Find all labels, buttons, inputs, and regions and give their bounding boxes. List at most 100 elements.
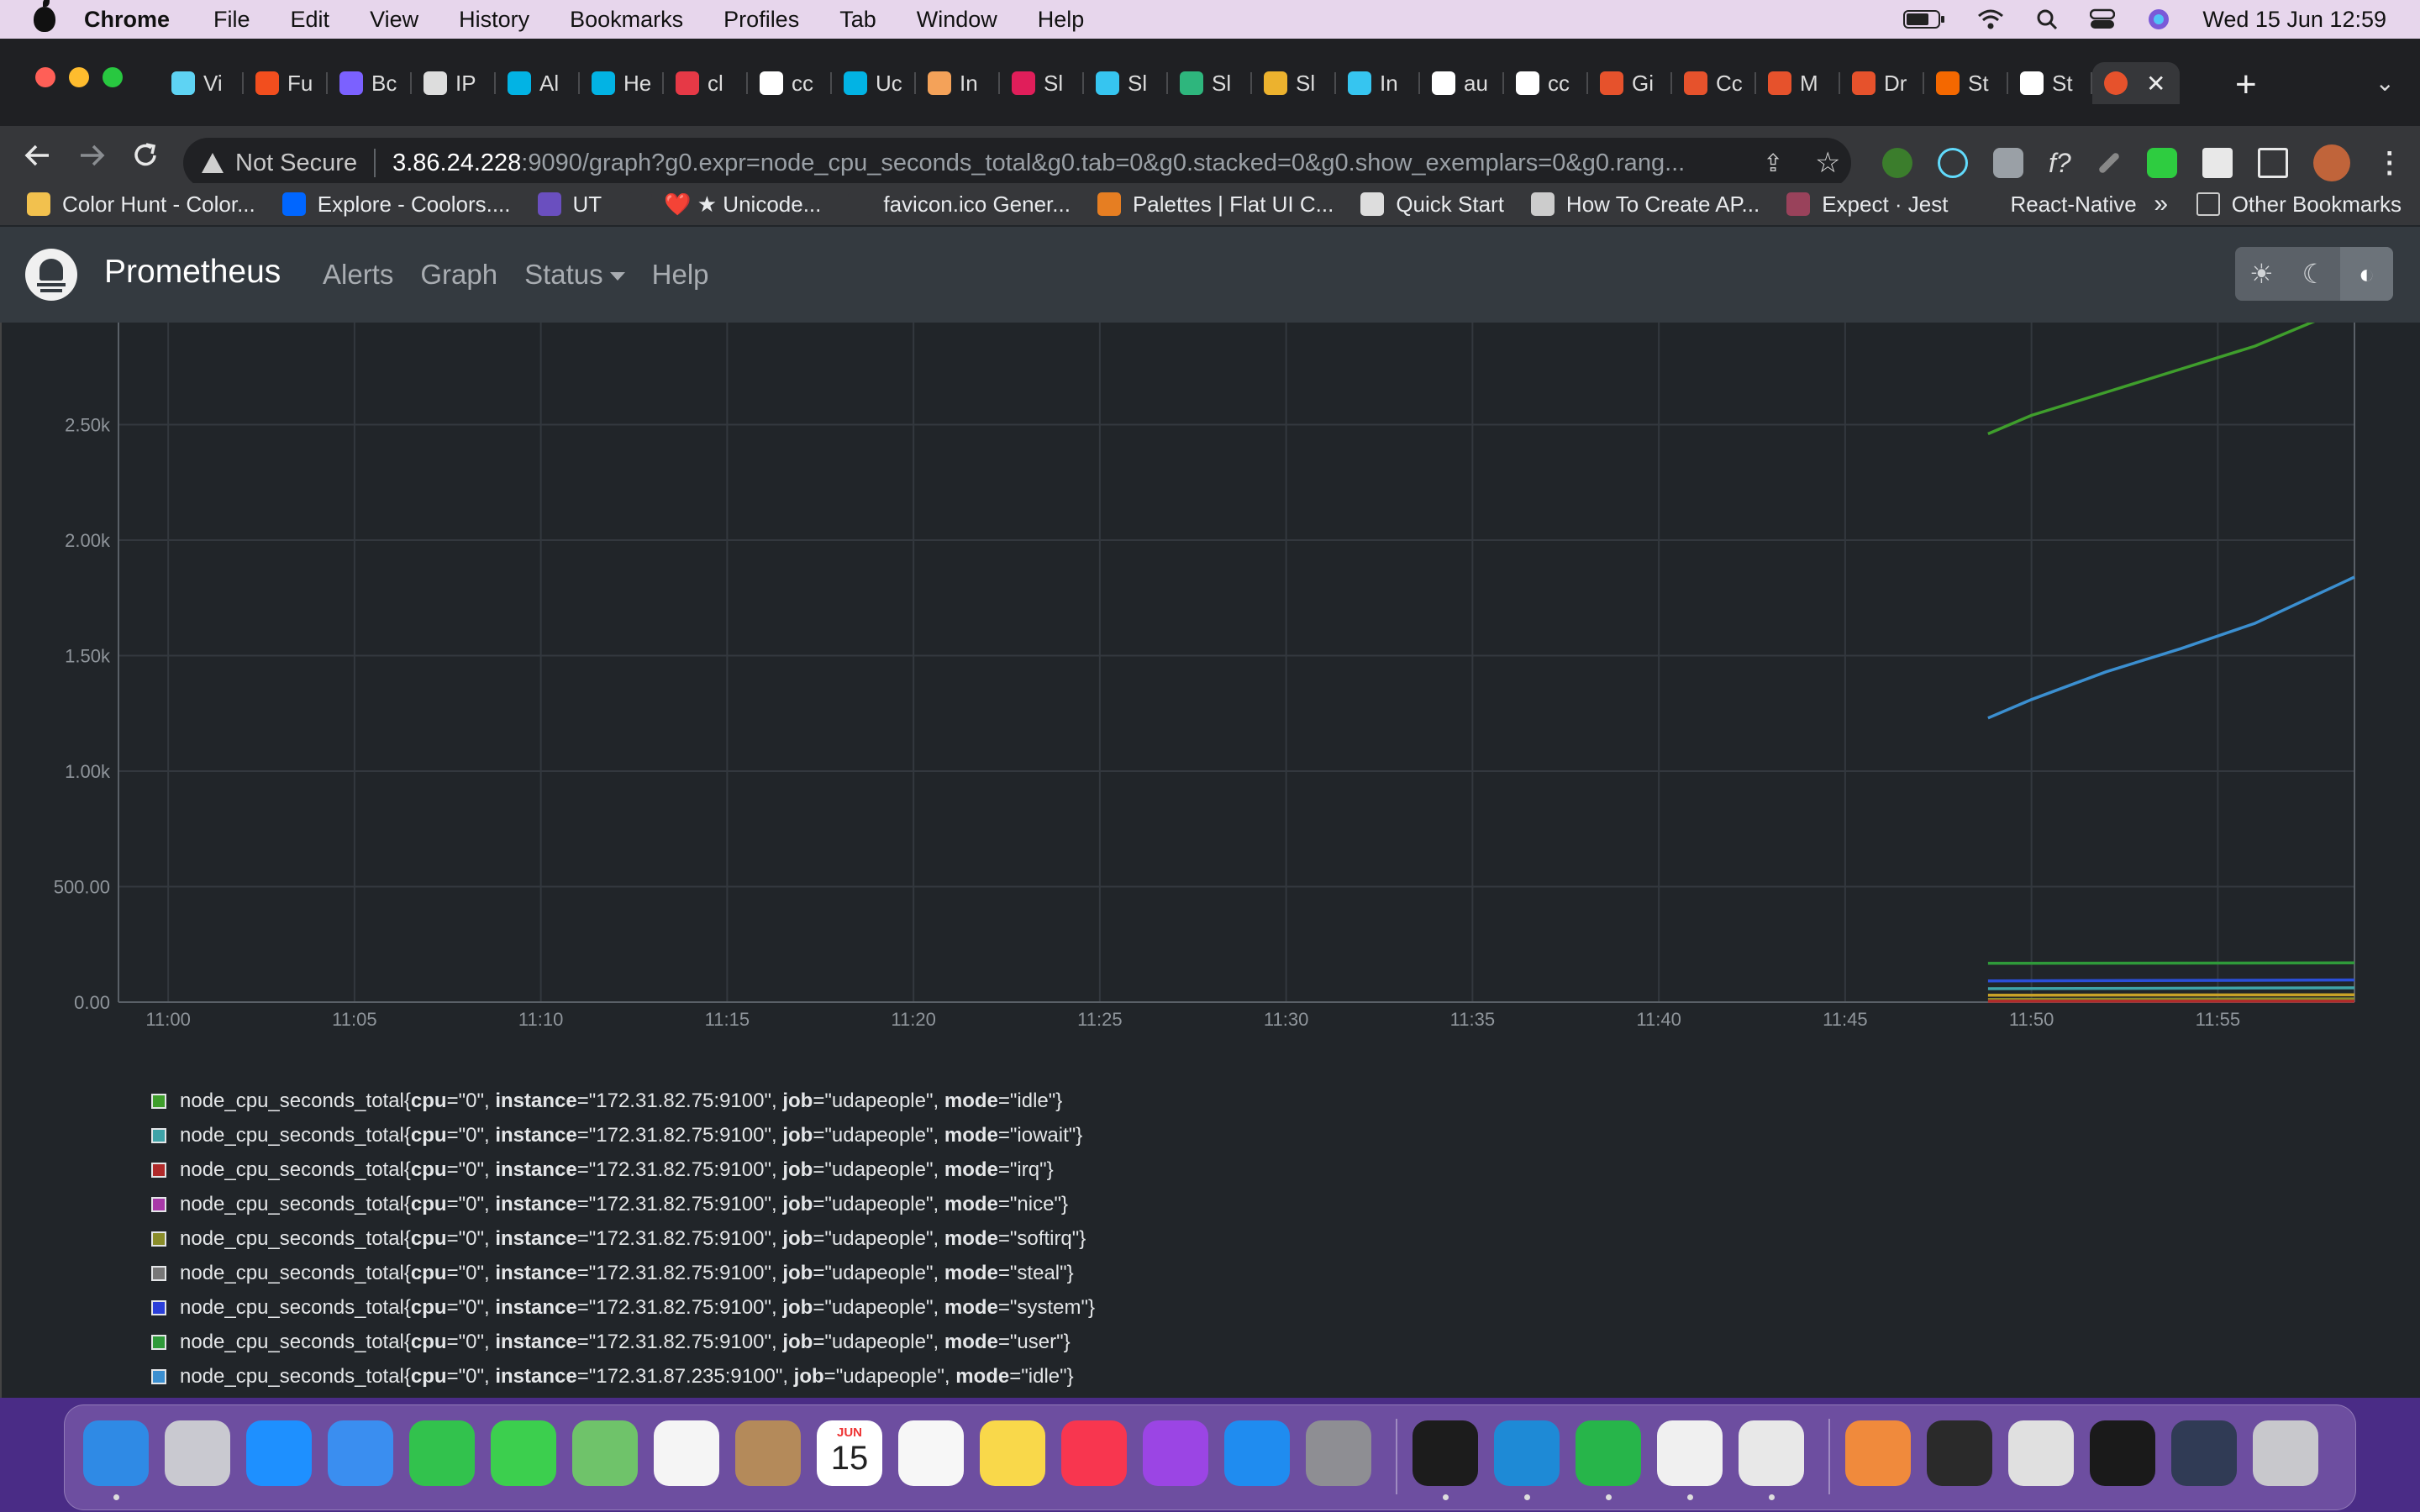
- dock-contacts-icon[interactable]: [735, 1420, 801, 1486]
- browser-tab[interactable]: In: [1336, 62, 1420, 104]
- dock-system-preferences-icon[interactable]: [1306, 1420, 1371, 1486]
- browser-tab[interactable]: IP: [412, 62, 496, 104]
- browser-tab[interactable]: Uc: [832, 62, 916, 104]
- dock-launchpad-icon[interactable]: [165, 1420, 230, 1486]
- dock-mail-icon[interactable]: [328, 1420, 393, 1486]
- url-host[interactable]: 3.86.24.228: [392, 150, 521, 177]
- browser-tab[interactable]: Sl: [1252, 62, 1336, 104]
- tab-search-chevron-icon[interactable]: ⌄: [2375, 69, 2395, 97]
- browser-tab[interactable]: Dr: [1840, 62, 1924, 104]
- legend-item[interactable]: node_cpu_seconds_total{cpu="0", instance…: [151, 1152, 1095, 1187]
- bookmark-item[interactable]: How To Create AP...: [1530, 192, 1760, 218]
- light-theme-sun-icon[interactable]: ☀: [2235, 247, 2288, 301]
- active-browser-tab[interactable]: ✕: [2092, 62, 2180, 104]
- browser-tab[interactable]: cl: [664, 62, 748, 104]
- close-window-button[interactable]: [35, 67, 55, 87]
- browser-tab[interactable]: au: [1420, 62, 1504, 104]
- address-bar[interactable]: Not Secure 3.86.24.228:9090/graph?g0.exp…: [183, 138, 1851, 188]
- browser-tab[interactable]: Bc: [328, 62, 412, 104]
- other-bookmarks-folder[interactable]: Other Bookmarks: [2196, 192, 2402, 218]
- apple-icon[interactable]: [22, 0, 67, 39]
- legend-item[interactable]: node_cpu_seconds_total{cpu="0", instance…: [151, 1187, 1095, 1221]
- menu-help[interactable]: Help: [1038, 7, 1085, 33]
- menu-history[interactable]: History: [459, 7, 529, 33]
- battery-icon[interactable]: [1903, 9, 1945, 29]
- url-path[interactable]: :9090/graph?g0.expr=node_cpu_seconds_tot…: [521, 150, 1685, 177]
- nav-alerts[interactable]: Alerts: [323, 259, 393, 291]
- profile-avatar[interactable]: [2312, 144, 2350, 181]
- nav-status-dropdown[interactable]: Status: [524, 259, 625, 291]
- menu-profiles[interactable]: Profiles: [723, 7, 799, 33]
- dock-chrome-icon[interactable]: [1739, 1420, 1804, 1486]
- browser-tab[interactable]: Fu: [244, 62, 328, 104]
- browser-tab[interactable]: cc: [748, 62, 832, 104]
- dock-terminal-icon[interactable]: [1413, 1420, 1478, 1486]
- dock-window-1-icon[interactable]: [1927, 1420, 1992, 1486]
- browser-tab[interactable]: Vi: [160, 62, 244, 104]
- menu-tab[interactable]: Tab: [839, 7, 876, 33]
- dock-notes-icon[interactable]: [980, 1420, 1045, 1486]
- new-tab-button[interactable]: +: [2235, 64, 2257, 106]
- dock-window-3-icon[interactable]: [2090, 1420, 2155, 1486]
- react-devtools-icon[interactable]: [1938, 148, 1968, 178]
- menu-view[interactable]: View: [370, 7, 418, 33]
- nav-help[interactable]: Help: [652, 259, 709, 291]
- dock-reminders-icon[interactable]: [898, 1420, 964, 1486]
- browser-theme-contrast-icon[interactable]: ◐: [2340, 247, 2393, 301]
- browser-tab[interactable]: Sl: [1168, 62, 1252, 104]
- wifi-icon[interactable]: [1977, 8, 2004, 30]
- legend-item[interactable]: node_cpu_seconds_total{cpu="0", instance…: [151, 1084, 1095, 1118]
- menu-window[interactable]: Window: [917, 7, 997, 33]
- menu-edit[interactable]: Edit: [291, 7, 330, 33]
- bookmark-item[interactable]: React-Native: [1975, 192, 2137, 218]
- browser-tab[interactable]: St: [1924, 62, 2008, 104]
- browser-tab[interactable]: He: [580, 62, 664, 104]
- extensions-puzzle-icon[interactable]: [2202, 148, 2233, 178]
- dock-maps-icon[interactable]: [572, 1420, 638, 1486]
- dock-numbers-icon[interactable]: [1576, 1420, 1641, 1486]
- dock-messages-icon[interactable]: [491, 1420, 556, 1486]
- browser-tab[interactable]: St: [2008, 62, 2092, 104]
- forward-arrow-icon[interactable]: [77, 141, 106, 170]
- dock-trash-icon[interactable]: [2253, 1420, 2318, 1486]
- bookmark-item[interactable]: ❤️ ★ Unicode...: [629, 192, 821, 218]
- menubar-clock[interactable]: Wed 15 Jun 12:59: [2202, 7, 2386, 33]
- bookmark-star-icon[interactable]: ☆: [1815, 146, 1840, 180]
- spotlight-search-icon[interactable]: [2036, 8, 2058, 30]
- legend-item[interactable]: node_cpu_seconds_total{cpu="0", instance…: [151, 1118, 1095, 1152]
- browser-tab[interactable]: M: [1756, 62, 1840, 104]
- legend-item[interactable]: node_cpu_seconds_total{cpu="0", instance…: [151, 1221, 1095, 1256]
- nav-graph[interactable]: Graph: [420, 259, 497, 291]
- bookmark-item[interactable]: Expect · Jest: [1786, 192, 1948, 218]
- bookmark-item[interactable]: Explore - Coolors....: [281, 192, 511, 218]
- menu-file[interactable]: File: [213, 7, 250, 33]
- dock-window-4-icon[interactable]: [2171, 1420, 2237, 1486]
- bookmarks-overflow-chevron-icon[interactable]: »: [2154, 190, 2168, 218]
- bookmark-item[interactable]: Palettes | Flat UI C...: [1097, 192, 1334, 218]
- dock-app-store-icon[interactable]: [1224, 1420, 1290, 1486]
- minimize-window-button[interactable]: [69, 67, 89, 87]
- dark-theme-moon-icon[interactable]: ☾: [2288, 247, 2341, 301]
- legend-item[interactable]: node_cpu_seconds_total{cpu="0", instance…: [151, 1325, 1095, 1359]
- dock-music-icon[interactable]: [1061, 1420, 1127, 1486]
- bookmark-item[interactable]: favicon.ico Gener...: [848, 192, 1071, 218]
- control-center-icon[interactable]: [2090, 8, 2116, 30]
- browser-tab[interactable]: Gi: [1588, 62, 1672, 104]
- bookmark-item[interactable]: Color Hunt - Color...: [27, 192, 255, 218]
- legend-item[interactable]: node_cpu_seconds_total{cpu="0", instance…: [151, 1359, 1095, 1394]
- browser-tab[interactable]: Sl: [1000, 62, 1084, 104]
- side-panel-icon[interactable]: [2257, 148, 2288, 178]
- tree-extension-icon[interactable]: [1882, 148, 1912, 178]
- dock-podcasts-icon[interactable]: [1143, 1420, 1208, 1486]
- dock-safari-icon[interactable]: [246, 1420, 312, 1486]
- zoom-window-button[interactable]: [103, 67, 123, 87]
- bookmark-item[interactable]: Quick Start: [1360, 192, 1504, 218]
- siri-icon[interactable]: [2147, 8, 2170, 31]
- dock-vscode-icon[interactable]: [1494, 1420, 1560, 1486]
- security-status[interactable]: Not Secure: [235, 150, 357, 177]
- dock-finder-icon[interactable]: [83, 1420, 149, 1486]
- menu-bookmarks[interactable]: Bookmarks: [570, 7, 683, 33]
- pen-extension-icon[interactable]: [2097, 151, 2121, 175]
- browser-tab[interactable]: Cc: [1672, 62, 1756, 104]
- time-series-chart[interactable]: 0.00500.001.00k1.50k2.00k2.50k3.00k11:00…: [2, 323, 2420, 1062]
